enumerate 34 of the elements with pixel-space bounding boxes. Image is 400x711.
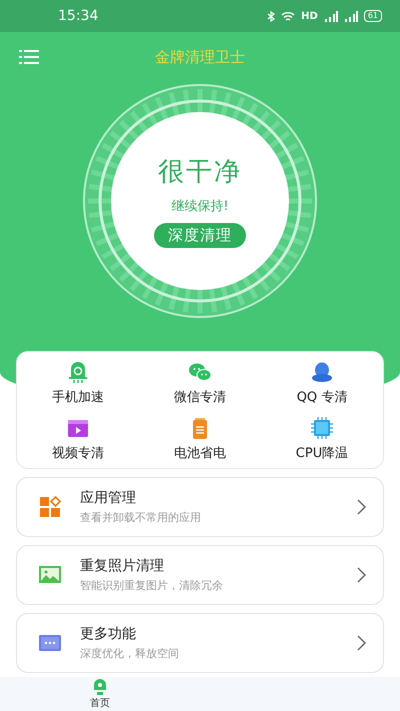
menu-icon xyxy=(19,50,39,64)
tool-label[interactable]: 视频专清 xyxy=(52,444,104,462)
network-label: HD xyxy=(301,10,318,22)
battery-level: 61 xyxy=(364,10,382,22)
tool-label[interactable]: 微信专清 xyxy=(174,388,226,406)
feature-card[interactable]: 更多功能 深度优化，释放空间 xyxy=(16,613,384,673)
feature-title: 应用管理 xyxy=(80,489,137,507)
clean-status: 很干净 xyxy=(158,156,242,189)
feature-title: 重复照片清理 xyxy=(80,557,165,575)
feature-card[interactable]: 应用管理 查看并卸载不常用的应用 xyxy=(16,477,384,537)
signal-icon xyxy=(344,10,358,22)
clock-time: 15:34 xyxy=(58,8,98,24)
home-tab[interactable]: 首页 xyxy=(0,677,200,711)
chevron-icon xyxy=(357,499,367,515)
rocket-icon xyxy=(66,360,90,384)
feature-card[interactable]: 重复照片清理 智能识别重复图片，清除冗余 xyxy=(16,545,384,605)
penguin-icon xyxy=(310,360,334,384)
feature-description: 深度优化，释放空间 xyxy=(80,646,180,661)
bluetooth-icon xyxy=(267,10,276,22)
feature-description: 查看并卸载不常用的应用 xyxy=(80,510,202,525)
tool-label[interactable]: 手机加速 xyxy=(52,388,104,406)
app-title: 金牌清理卫士 xyxy=(155,48,245,66)
tool-label[interactable]: 电池省电 xyxy=(174,444,226,462)
tool-label[interactable]: CPU降温 xyxy=(296,444,348,462)
status-message: 继续保持! xyxy=(171,198,229,215)
tool-label[interactable]: QQ 专清 xyxy=(296,388,348,406)
chip-icon xyxy=(310,416,334,440)
signal-icon xyxy=(324,10,338,22)
tiles-icon xyxy=(38,495,62,519)
feature-description: 智能识别重复图片，清除冗余 xyxy=(80,578,224,593)
wifi-icon xyxy=(281,10,296,22)
chevron-icon xyxy=(357,567,367,583)
feature-title: 更多功能 xyxy=(80,625,137,643)
chevron-icon xyxy=(357,635,367,651)
